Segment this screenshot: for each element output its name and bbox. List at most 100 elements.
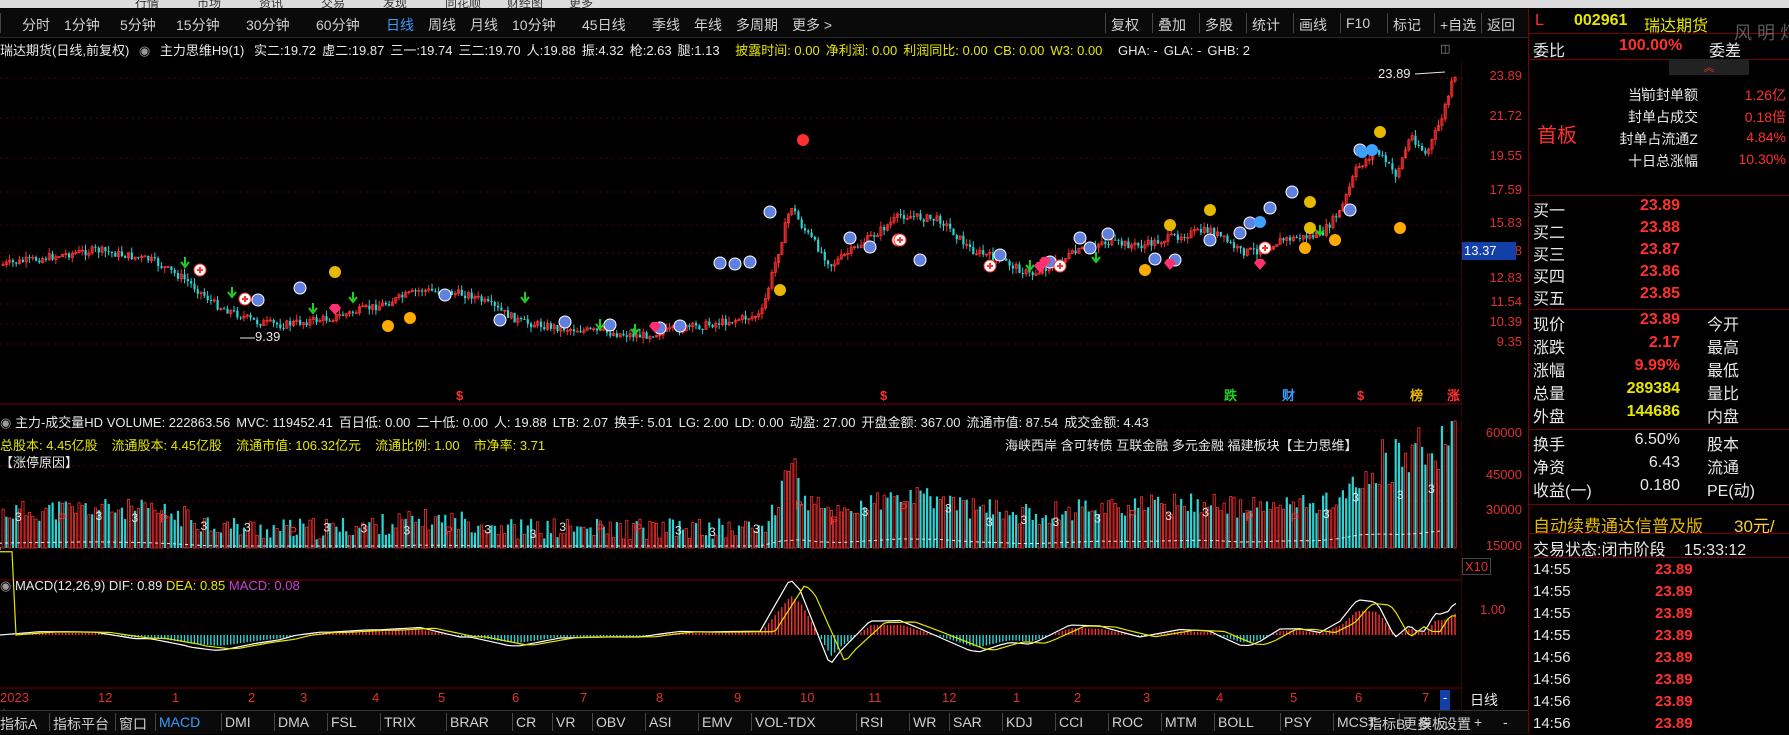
period-tab[interactable]: 分时 (22, 15, 50, 35)
money-bag-icon[interactable] (1304, 222, 1316, 234)
volume-dot-icon[interactable]: ◉ (0, 415, 15, 430)
indicator-extra-tab[interactable]: + (1474, 714, 1482, 730)
period-tab[interactable]: 日线 (386, 15, 414, 35)
top-tab[interactable]: 财经图 (507, 0, 543, 8)
indicator-tab[interactable]: CR (516, 714, 536, 730)
indicator-tab[interactable]: FSL (331, 714, 357, 730)
indicator-tab[interactable]: ROC (1112, 714, 1143, 730)
top-tab[interactable]: 交易 (321, 0, 345, 8)
cup-marker-icon[interactable] (1083, 241, 1097, 255)
period-tab[interactable]: 10分钟 (512, 15, 556, 35)
indicator-tab[interactable]: KDJ (1006, 714, 1032, 730)
period-tab[interactable]: 多周期 (736, 15, 778, 35)
ball-marker-icon[interactable] (1254, 216, 1266, 228)
indicator-tab[interactable]: VR (556, 714, 575, 730)
indicator-tab[interactable]: CCI (1059, 714, 1083, 730)
top-tab[interactable]: 行情 (135, 0, 159, 8)
ad-banner[interactable]: 自动续费通达信普及版 30元/ (1529, 509, 1789, 536)
ball-marker-icon[interactable] (1394, 222, 1406, 234)
indicator-tab[interactable]: MTM (1165, 714, 1197, 730)
indicator-tab[interactable]: SAR (953, 714, 982, 730)
down-arrow-icon[interactable] (520, 292, 530, 304)
top-tab[interactable]: 同花顺 (445, 0, 481, 8)
period-tab[interactable]: 年线 (694, 15, 722, 35)
indicator-dot-icon[interactable]: ◉ (139, 43, 150, 58)
collapse-icon[interactable]: ︽ (1669, 59, 1749, 75)
money-bag-icon[interactable] (329, 266, 341, 278)
indicator-tab[interactable]: DMA (278, 714, 309, 730)
cup-marker-icon[interactable] (1073, 231, 1087, 245)
indicator-tab[interactable]: 设置 (1443, 714, 1471, 734)
event-label[interactable]: 财 (1282, 388, 1295, 403)
indicator-tab[interactable]: 窗口 (119, 714, 147, 734)
indicator-tab[interactable]: BOLL (1218, 714, 1254, 730)
period-label[interactable]: 日线 (1470, 690, 1498, 710)
ball-marker-icon[interactable] (1299, 242, 1311, 254)
indicator-tab[interactable]: DMI (225, 714, 251, 730)
cup-marker-icon[interactable] (713, 256, 727, 270)
ball-marker-icon[interactable] (1366, 144, 1378, 156)
top-tab[interactable]: 市场 (197, 0, 221, 8)
bid-row[interactable]: 买一 23.89 (1529, 197, 1789, 220)
macd-title[interactable]: MACD(12,26,9) (15, 578, 105, 593)
ball-marker-icon[interactable] (1356, 146, 1368, 158)
cup-marker-icon[interactable] (1263, 201, 1277, 215)
indicator-tab[interactable]: TRIX (384, 714, 416, 730)
period-tab[interactable]: 5分钟 (120, 15, 156, 35)
down-arrow-icon[interactable] (308, 303, 318, 315)
money-bag-icon[interactable] (1304, 196, 1316, 208)
toolbar-button[interactable]: 标记 (1393, 15, 1421, 35)
toolbar-button[interactable]: 叠加 (1158, 15, 1186, 35)
volume-title[interactable]: 主力-成交量HD (15, 415, 107, 430)
indicator-tab[interactable]: WR (913, 714, 936, 730)
indicator-tab[interactable]: OBV (596, 714, 626, 730)
cup-marker-icon[interactable] (1343, 203, 1357, 217)
money-bag-icon[interactable] (774, 284, 786, 296)
event-label[interactable]: $ (880, 388, 888, 403)
period-tab[interactable]: 周线 (428, 15, 456, 35)
indicator-name[interactable]: 主力思维H9(1) (160, 43, 245, 58)
down-arrow-icon[interactable] (630, 324, 640, 336)
period-tab[interactable]: 30分钟 (246, 15, 290, 35)
cup-marker-icon[interactable] (1285, 185, 1299, 199)
bid-row[interactable]: 买三 23.87 (1529, 241, 1789, 264)
ball-marker-icon[interactable] (797, 134, 809, 146)
toolbar-button[interactable]: +自选 (1440, 15, 1476, 35)
cup-marker-icon[interactable] (493, 313, 507, 327)
top-tab[interactable]: 资讯 (259, 0, 283, 8)
toolbar-button[interactable]: 多股 (1205, 15, 1233, 35)
down-arrow-icon[interactable] (227, 287, 237, 299)
period-tab[interactable]: 60分钟 (316, 15, 360, 35)
cup-marker-icon[interactable] (293, 281, 307, 295)
event-label[interactable]: $ (1357, 388, 1365, 403)
gem-marker-icon[interactable] (1164, 259, 1176, 270)
toolbar-button[interactable]: F10 (1346, 15, 1370, 31)
ball-marker-icon[interactable] (404, 312, 416, 324)
kline-chart-area[interactable]: 23.89 9.39 $ $ 跌 财 $ 榜 涨 3 P 3 3 P 3 3 P 3 3 3 P 3 3 3 P P 3 3 3 P P 3 P… (0, 60, 1462, 710)
event-label[interactable]: 跌 (1224, 388, 1238, 403)
ball-marker-icon[interactable] (1329, 234, 1341, 246)
cup-marker-icon[interactable] (763, 205, 777, 219)
event-label[interactable]: 涨 (1446, 388, 1460, 403)
top-tab[interactable]: 更多 (569, 0, 593, 8)
cup-marker-icon[interactable] (863, 240, 877, 254)
indicator-tab[interactable]: PSY (1284, 714, 1312, 730)
money-bag-icon[interactable] (1374, 126, 1386, 138)
indicator-tab[interactable]: VOL-TDX (755, 714, 816, 730)
period-tab[interactable]: 15分钟 (176, 15, 220, 35)
top-tab[interactable]: 发现 (383, 0, 407, 8)
cup-marker-icon[interactable] (843, 231, 857, 245)
gem-marker-icon[interactable] (1254, 259, 1266, 270)
toolbar-button[interactable]: 返回 (1487, 15, 1515, 35)
cup-marker-icon[interactable] (1101, 227, 1115, 241)
cup-marker-icon[interactable] (438, 288, 452, 302)
cup-marker-icon[interactable] (603, 318, 617, 332)
indicator-tab[interactable]: EMV (702, 714, 732, 730)
event-label[interactable]: 榜 (1410, 388, 1423, 403)
indicator-tab[interactable]: BRAR (450, 714, 489, 730)
period-tab[interactable]: 更多 > (792, 15, 832, 35)
indicator-tab[interactable]: ASI (649, 714, 672, 730)
period-tab[interactable]: 45日线 (582, 15, 626, 35)
money-bag-icon[interactable] (1204, 204, 1216, 216)
indicator-extra-tab[interactable]: 模板 (1418, 714, 1446, 734)
